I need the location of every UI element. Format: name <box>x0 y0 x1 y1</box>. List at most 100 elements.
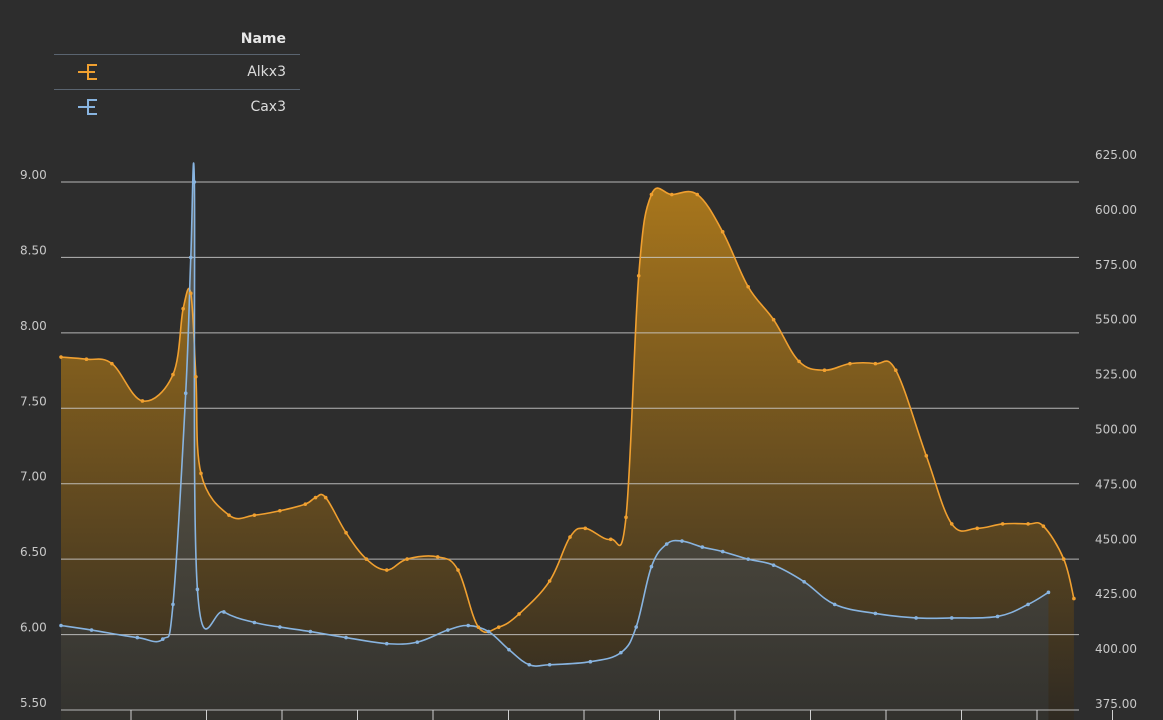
data-point-cax3[interactable] <box>171 602 175 607</box>
data-point-cax3[interactable] <box>486 629 491 634</box>
data-point-alkx3[interactable] <box>303 502 308 506</box>
data-point-cax3[interactable] <box>873 611 878 616</box>
data-point-alkx3[interactable] <box>893 368 898 373</box>
data-point-alkx3[interactable] <box>975 526 979 531</box>
y-right-tick-label: 575.00 <box>1095 258 1137 272</box>
data-point-cax3[interactable] <box>771 563 776 567</box>
data-point-alkx3[interactable] <box>199 471 203 476</box>
data-point-alkx3[interactable] <box>110 361 114 366</box>
data-point-alkx3[interactable] <box>873 361 878 366</box>
data-point-alkx3[interactable] <box>171 372 175 377</box>
data-point-cax3[interactable] <box>195 587 200 592</box>
y-right-tick-label: 475.00 <box>1095 477 1137 491</box>
data-point-alkx3[interactable] <box>456 568 460 572</box>
data-point-cax3[interactable] <box>161 637 165 641</box>
data-point-alkx3[interactable] <box>476 625 481 629</box>
data-point-alkx3[interactable] <box>670 192 674 197</box>
data-point-alkx3[interactable] <box>1072 596 1076 601</box>
data-point-cax3[interactable] <box>384 641 389 646</box>
data-point-alkx3[interactable] <box>405 557 409 561</box>
data-point-cax3[interactable] <box>308 629 313 634</box>
y-right-tick-label: 525.00 <box>1095 368 1137 382</box>
data-point-cax3[interactable] <box>949 616 954 620</box>
data-point-alkx3[interactable] <box>227 513 231 517</box>
data-point-alkx3[interactable] <box>252 513 257 517</box>
data-point-alkx3[interactable] <box>624 515 628 520</box>
data-point-alkx3[interactable] <box>924 454 929 458</box>
data-point-alkx3[interactable] <box>949 522 954 526</box>
data-point-cax3[interactable] <box>680 539 684 543</box>
data-point-cax3[interactable] <box>588 659 593 664</box>
data-point-cax3[interactable] <box>802 579 806 584</box>
data-point-alkx3[interactable] <box>517 612 521 616</box>
data-point-alkx3[interactable] <box>1061 557 1066 561</box>
data-point-alkx3[interactable] <box>1000 522 1005 526</box>
data-point-cax3[interactable] <box>664 542 669 546</box>
data-point-cax3[interactable] <box>278 625 282 629</box>
y-left-tick-label: 6.50 <box>20 545 47 559</box>
data-point-cax3[interactable] <box>720 549 725 554</box>
data-point-alkx3[interactable] <box>140 399 145 403</box>
data-point-alkx3[interactable] <box>313 495 318 500</box>
data-point-alkx3[interactable] <box>181 306 185 311</box>
data-point-alkx3[interactable] <box>848 361 852 366</box>
y-right-tick-label: 450.00 <box>1095 532 1137 546</box>
data-point-alkx3[interactable] <box>194 374 198 379</box>
data-point-alkx3[interactable] <box>84 357 89 362</box>
data-point-alkx3[interactable] <box>636 273 641 278</box>
data-point-cax3[interactable] <box>466 623 471 628</box>
data-point-alkx3[interactable] <box>608 537 613 542</box>
data-point-cax3[interactable] <box>1046 590 1051 595</box>
data-point-cax3[interactable] <box>183 391 188 396</box>
y-right-tick-label: 425.00 <box>1095 587 1137 601</box>
data-point-cax3[interactable] <box>1026 602 1030 607</box>
data-point-cax3[interactable] <box>446 628 450 632</box>
y-left-tick-label: 5.50 <box>20 696 47 710</box>
data-point-alkx3[interactable] <box>568 535 572 539</box>
data-point-alkx3[interactable] <box>384 568 389 572</box>
data-point-cax3[interactable] <box>995 614 1000 619</box>
data-point-alkx3[interactable] <box>746 284 750 289</box>
data-point-alkx3[interactable] <box>797 359 801 364</box>
data-point-cax3[interactable] <box>222 610 226 614</box>
data-point-alkx3[interactable] <box>720 230 725 234</box>
data-point-cax3[interactable] <box>547 662 552 667</box>
data-point-cax3[interactable] <box>700 545 705 549</box>
y-left-tick-label: 6.00 <box>20 621 47 635</box>
data-point-cax3[interactable] <box>832 602 837 607</box>
data-point-alkx3[interactable] <box>1041 524 1046 528</box>
data-point-cax3[interactable] <box>252 620 257 625</box>
data-point-alkx3[interactable] <box>583 526 588 531</box>
data-point-alkx3[interactable] <box>547 579 552 583</box>
y-right-tick-label: 375.00 <box>1095 697 1137 711</box>
data-point-alkx3[interactable] <box>1026 522 1030 526</box>
data-point-alkx3[interactable] <box>771 317 776 322</box>
data-point-cax3[interactable] <box>89 628 94 632</box>
data-point-alkx3[interactable] <box>649 192 654 197</box>
y-left-tick-label: 7.00 <box>20 470 47 484</box>
data-point-cax3[interactable] <box>914 616 918 620</box>
data-point-alkx3[interactable] <box>278 508 282 513</box>
data-point-cax3[interactable] <box>527 662 532 667</box>
data-point-alkx3[interactable] <box>364 557 369 561</box>
data-point-alkx3[interactable] <box>695 192 700 197</box>
data-point-alkx3[interactable] <box>496 625 501 629</box>
data-point-cax3[interactable] <box>634 625 638 629</box>
data-point-cax3[interactable] <box>415 640 420 644</box>
data-point-alkx3[interactable] <box>188 291 193 296</box>
data-point-cax3[interactable] <box>344 635 348 640</box>
data-point-alkx3[interactable] <box>59 355 63 359</box>
data-point-alkx3[interactable] <box>435 555 440 559</box>
data-point-cax3[interactable] <box>188 255 193 260</box>
data-point-cax3[interactable] <box>135 635 140 640</box>
data-point-cax3[interactable] <box>619 650 623 655</box>
data-point-cax3[interactable] <box>192 180 197 184</box>
y-left-tick-label: 8.00 <box>20 319 47 333</box>
data-point-cax3[interactable] <box>746 557 750 561</box>
data-point-alkx3[interactable] <box>323 495 328 500</box>
data-point-cax3[interactable] <box>507 647 511 652</box>
data-point-cax3[interactable] <box>649 564 654 569</box>
data-point-cax3[interactable] <box>59 623 63 628</box>
data-point-alkx3[interactable] <box>344 530 348 535</box>
data-point-alkx3[interactable] <box>822 368 827 373</box>
